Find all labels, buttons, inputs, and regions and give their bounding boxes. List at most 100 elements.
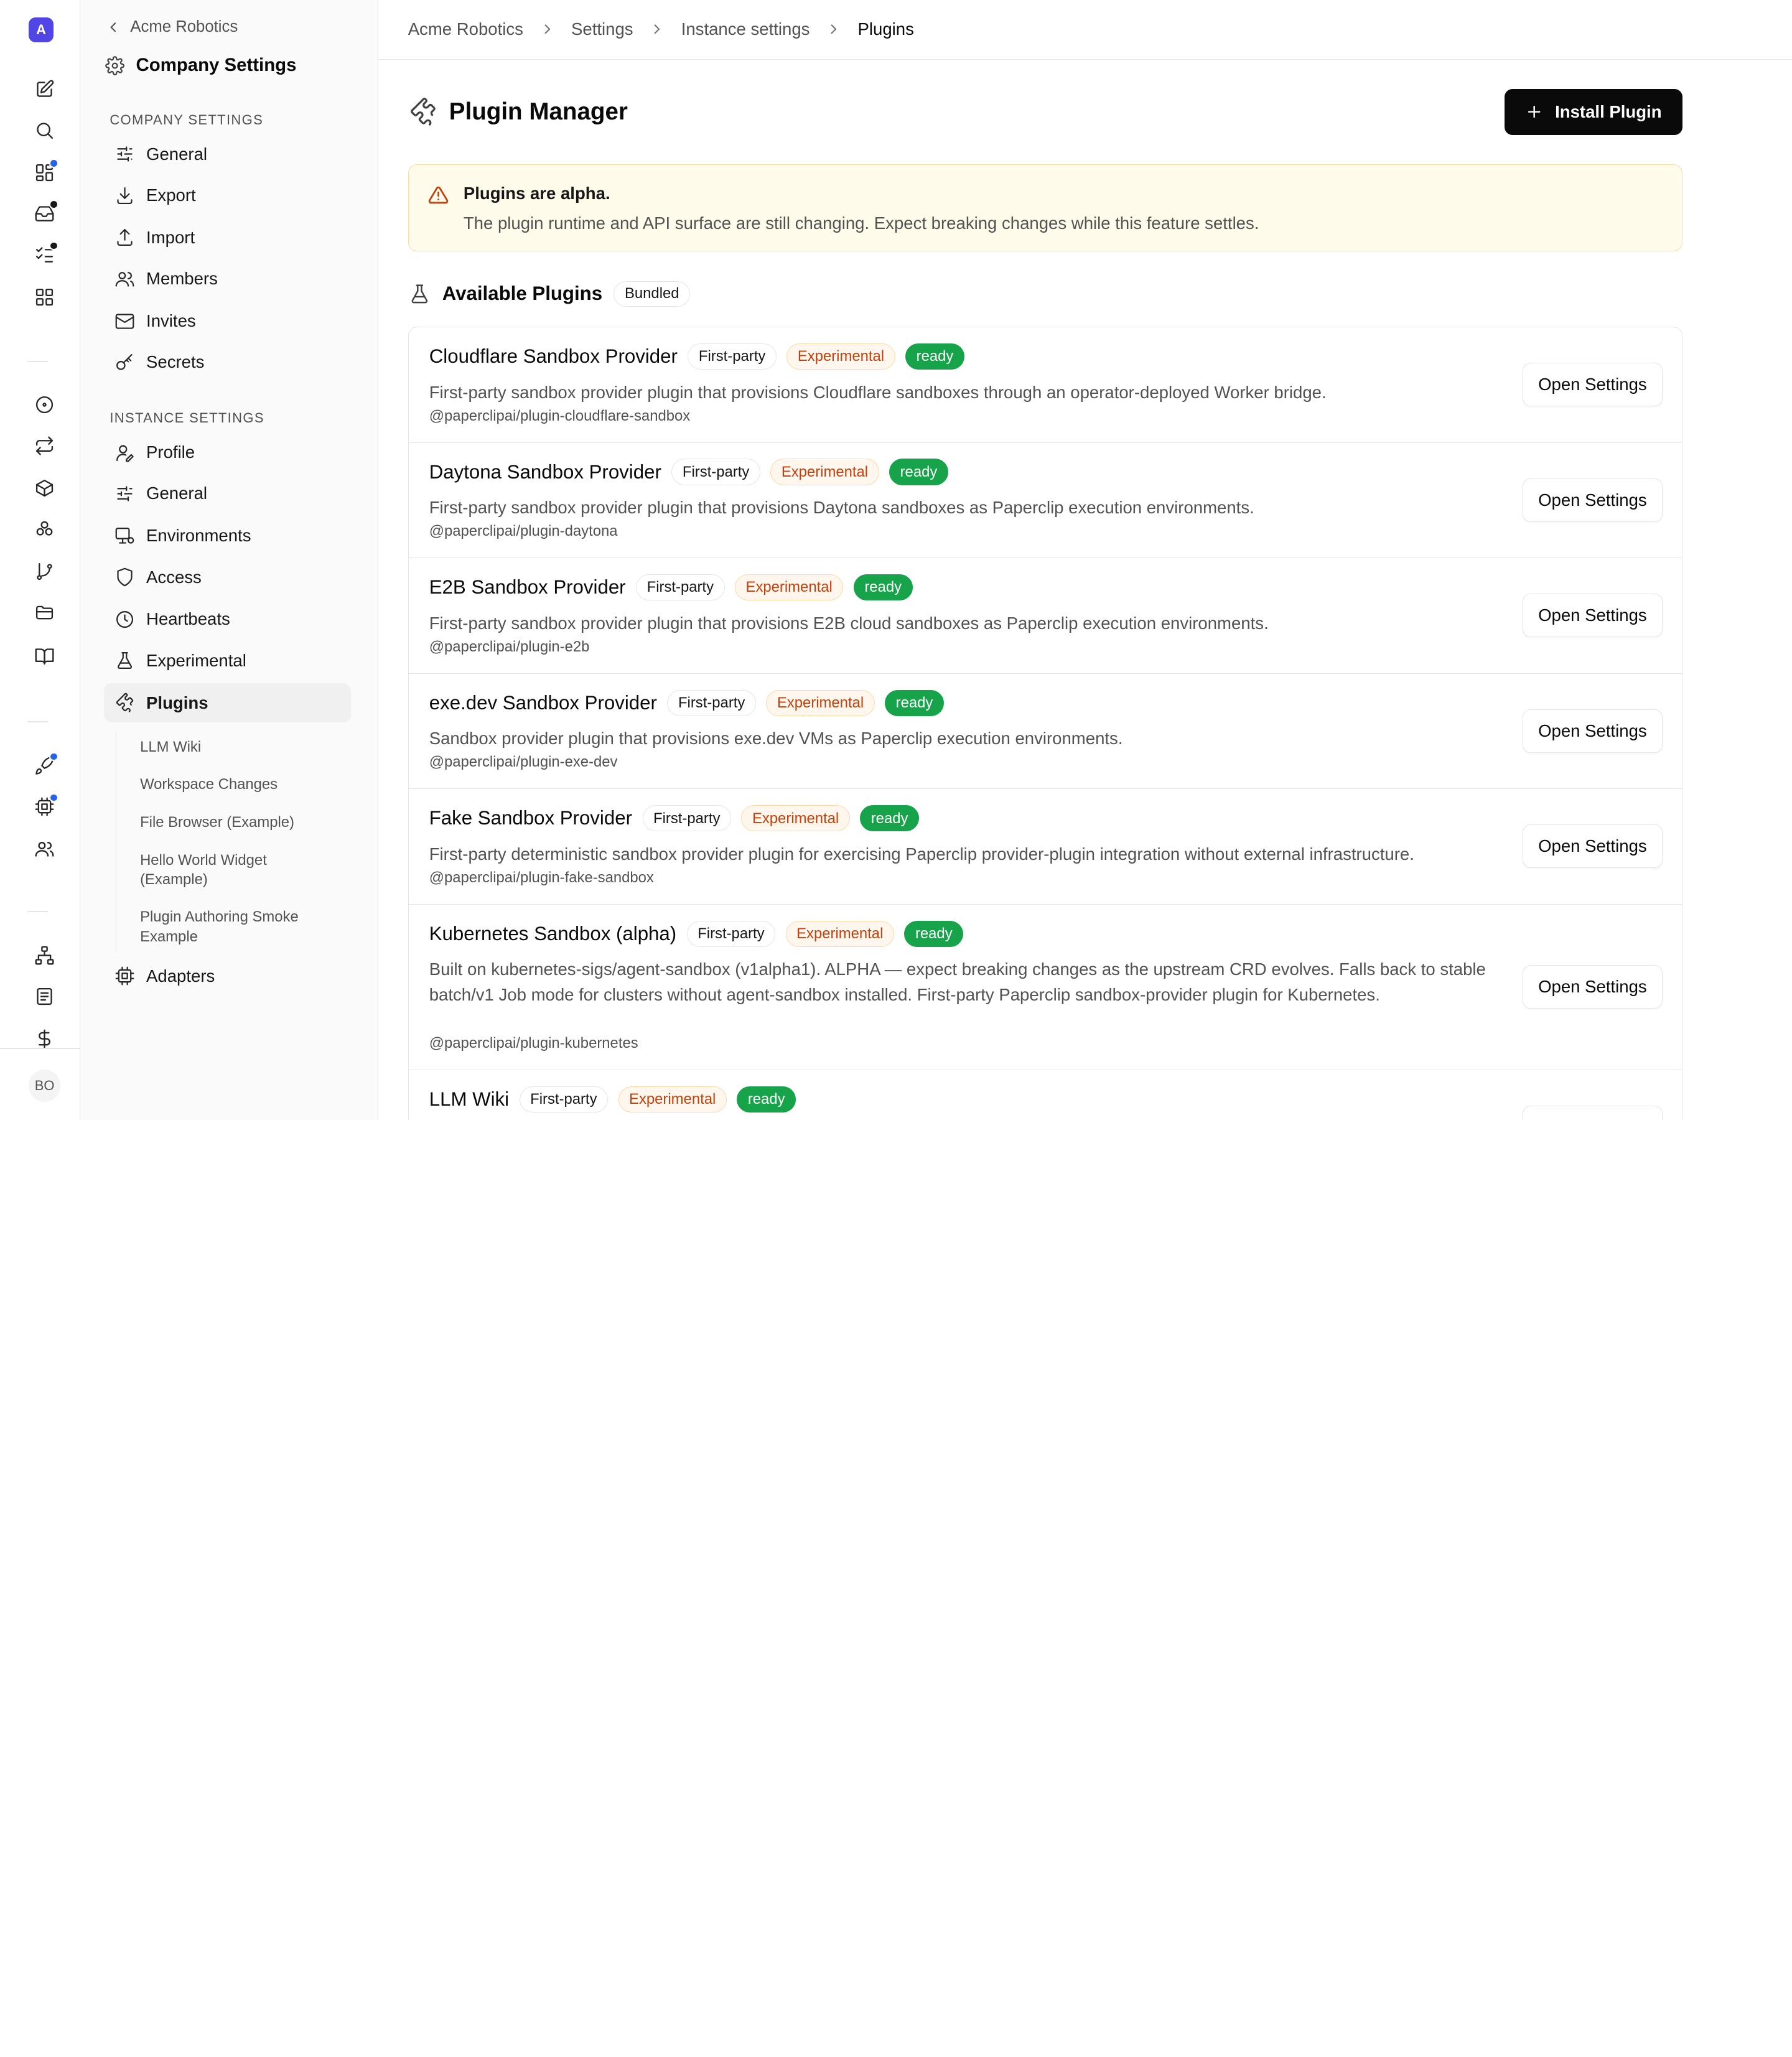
plugin-name[interactable]: Cloudflare Sandbox Provider bbox=[429, 345, 678, 368]
settings-sidebar: Acme Robotics Company Settings COMPANY S… bbox=[80, 0, 378, 1120]
sliders-icon bbox=[117, 146, 133, 162]
plugin-description: Sandbox provider plugin that provisions … bbox=[429, 729, 1123, 749]
page-title-text: Plugin Manager bbox=[449, 98, 628, 125]
plugin-name[interactable]: LLM Wiki bbox=[429, 1088, 509, 1111]
sidebar-item-access[interactable]: Access bbox=[104, 557, 351, 596]
first-party-badge: First-party bbox=[686, 920, 776, 947]
key-icon bbox=[116, 353, 133, 370]
sidebar-item-export[interactable]: Export bbox=[104, 176, 351, 215]
compose-icon[interactable] bbox=[27, 72, 62, 106]
first-party-badge: First-party bbox=[667, 689, 756, 716]
open-settings-button[interactable]: Open Settings bbox=[1523, 824, 1663, 869]
open-settings-button[interactable]: Open Settings bbox=[1523, 594, 1663, 637]
folder-icon[interactable] bbox=[27, 595, 62, 630]
sidebar-item-import[interactable]: Import bbox=[104, 218, 351, 257]
apps-grid-icon[interactable] bbox=[27, 280, 62, 314]
open-settings-button[interactable]: Open Settings bbox=[1523, 1106, 1663, 1120]
plugin-row: LLM Wiki First-party Experimental ready … bbox=[409, 1070, 1682, 1120]
team-icon[interactable] bbox=[27, 832, 62, 866]
sidebar-item-instance-general[interactable]: General bbox=[104, 474, 351, 513]
document-list-icon[interactable] bbox=[27, 979, 62, 1014]
inbox-icon[interactable] bbox=[27, 197, 62, 231]
available-plugins-header: Available Plugins Bundled bbox=[408, 281, 691, 307]
cluster-icon[interactable] bbox=[27, 512, 62, 546]
sidebar-item-plugins[interactable]: Plugins bbox=[104, 683, 351, 722]
open-settings-button[interactable]: Open Settings bbox=[1523, 709, 1663, 753]
open-settings-button[interactable]: Open Settings bbox=[1523, 478, 1663, 522]
user-avatar[interactable]: BO bbox=[28, 1070, 61, 1102]
experimental-badge: Experimental bbox=[741, 805, 850, 832]
first-party-badge: First-party bbox=[671, 459, 760, 485]
breadcrumb-item[interactable]: Instance settings bbox=[681, 19, 810, 39]
first-party-badge: First-party bbox=[642, 805, 731, 832]
sidebar-item-adapters[interactable]: Adapters bbox=[104, 956, 351, 995]
notification-dot bbox=[49, 241, 58, 251]
download-icon bbox=[117, 187, 133, 204]
git-branch-icon[interactable] bbox=[27, 554, 62, 589]
sidebar-item-invites[interactable]: Invites bbox=[104, 302, 351, 340]
plugin-row: Cloudflare Sandbox Provider First-party … bbox=[408, 327, 1682, 443]
plugin-package: @paperclipai/plugin-fake-sandbox bbox=[429, 869, 654, 886]
page-header: Plugin Manager Install Plugin bbox=[408, 89, 1682, 135]
sidebar-item-environments[interactable]: Environments bbox=[104, 516, 351, 555]
rail-divider bbox=[27, 721, 49, 722]
upload-icon bbox=[117, 229, 133, 246]
sidebar-item-company-general[interactable]: General bbox=[104, 135, 351, 174]
search-icon[interactable] bbox=[27, 113, 62, 147]
sidebar-item-heartbeats[interactable]: Heartbeats bbox=[104, 600, 351, 638]
plugin-package: @paperclipai/plugin-cloudflare-sandbox bbox=[429, 407, 691, 424]
sidebar-item-experimental[interactable]: Experimental bbox=[104, 641, 351, 679]
plugin-name[interactable]: exe.dev Sandbox Provider bbox=[429, 692, 657, 714]
alert-title: Plugins are alpha. bbox=[463, 183, 610, 203]
flask-icon bbox=[411, 284, 427, 304]
plugin-row-header: LLM Wiki First-party Experimental ready bbox=[429, 1086, 796, 1113]
plugin-row: exe.dev Sandbox Provider First-party Exp… bbox=[408, 674, 1682, 790]
status-badge: ready bbox=[905, 343, 964, 370]
plugin-description: Built on kubernetes-sigs/agent-sandbox (… bbox=[429, 959, 1486, 1004]
plugin-name[interactable]: Kubernetes Sandbox (alpha) bbox=[429, 923, 676, 945]
alert-body: The plugin runtime and API surface are s… bbox=[463, 213, 1259, 233]
sidebar-item-members[interactable]: Members bbox=[104, 259, 351, 298]
plugin-name[interactable]: Fake Sandbox Provider bbox=[429, 807, 632, 829]
back-link[interactable]: Acme Robotics bbox=[105, 18, 238, 36]
subnav-item-file-browser[interactable]: File Browser (Example) bbox=[140, 813, 334, 832]
puzzle-icon bbox=[410, 98, 436, 126]
status-badge: ready bbox=[904, 920, 964, 947]
dashboard-icon[interactable] bbox=[27, 156, 62, 190]
breadcrumb-item[interactable]: Acme Robotics bbox=[408, 19, 523, 39]
org-chart-icon[interactable] bbox=[27, 938, 62, 973]
plugin-name[interactable]: Daytona Sandbox Provider bbox=[429, 461, 661, 483]
dollar-icon[interactable] bbox=[27, 1022, 62, 1056]
status-badge: ready bbox=[889, 459, 948, 485]
plugin-row-header: E2B Sandbox Provider First-party Experim… bbox=[429, 574, 913, 601]
install-plugin-button[interactable]: Install Plugin bbox=[1505, 89, 1682, 135]
repeat-icon[interactable] bbox=[27, 429, 62, 463]
tasks-icon[interactable] bbox=[27, 238, 62, 272]
plugin-list: Cloudflare Sandbox Provider First-party … bbox=[408, 327, 1682, 1120]
book-open-icon[interactable] bbox=[27, 639, 62, 673]
subnav-item-llm-wiki[interactable]: LLM Wiki bbox=[140, 737, 334, 757]
open-settings-button[interactable]: Open Settings bbox=[1523, 363, 1663, 406]
target-icon[interactable] bbox=[27, 388, 62, 422]
plugin-subnav: LLM Wiki Workspace Changes File Browser … bbox=[115, 731, 344, 953]
breadcrumb-item[interactable]: Settings bbox=[571, 19, 633, 39]
rocket-icon[interactable] bbox=[27, 749, 62, 783]
subnav-item-hello-world-widget[interactable]: Hello World Widget (Example) bbox=[140, 851, 300, 889]
rail-divider bbox=[0, 1048, 80, 1050]
workspace-logo[interactable]: A bbox=[28, 17, 54, 42]
plugin-package: @paperclipai/plugin-exe-dev bbox=[429, 753, 618, 771]
clock-icon bbox=[116, 610, 133, 628]
cpu-icon[interactable] bbox=[27, 790, 62, 824]
package-icon[interactable] bbox=[27, 471, 62, 505]
sidebar-item-secrets[interactable]: Secrets bbox=[104, 343, 351, 381]
plugin-row-header: exe.dev Sandbox Provider First-party Exp… bbox=[429, 689, 944, 716]
plugin-name[interactable]: E2B Sandbox Provider bbox=[429, 576, 626, 599]
status-badge: ready bbox=[860, 805, 919, 832]
puzzle-icon bbox=[116, 693, 133, 712]
open-settings-button[interactable]: Open Settings bbox=[1523, 965, 1663, 1009]
experimental-badge: Experimental bbox=[618, 1086, 727, 1113]
sidebar-item-profile[interactable]: Profile bbox=[104, 433, 351, 472]
subnav-item-plugin-authoring-smoke[interactable]: Plugin Authoring Smoke Example bbox=[140, 907, 323, 946]
chevron-right-icon bbox=[539, 21, 556, 37]
subnav-item-workspace-changes[interactable]: Workspace Changes bbox=[140, 775, 334, 794]
